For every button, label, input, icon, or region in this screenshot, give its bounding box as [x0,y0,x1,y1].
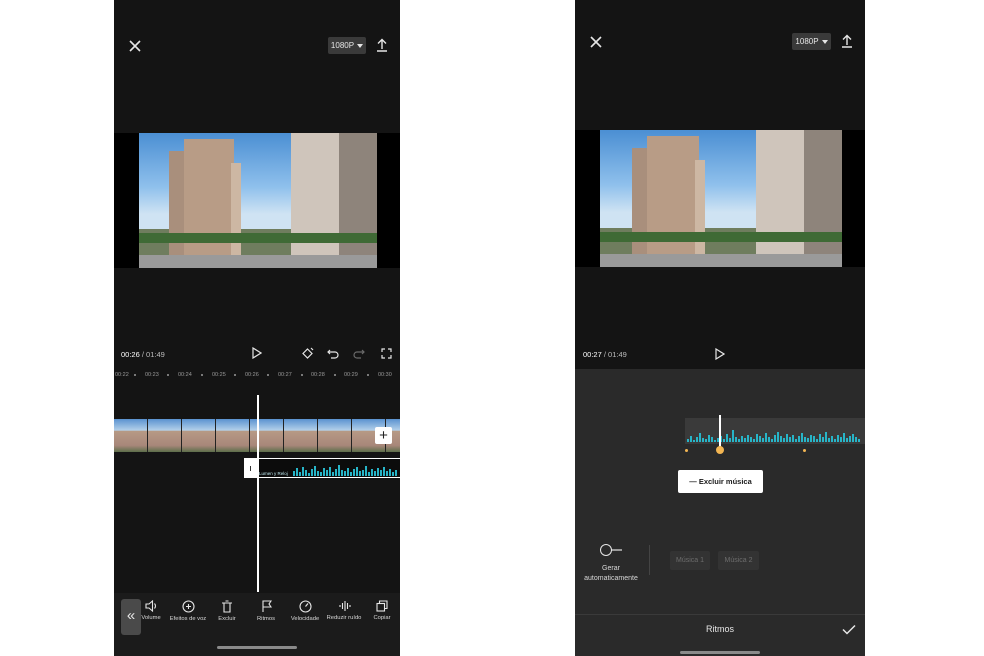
keyframe-icon[interactable] [300,346,314,360]
current-time: 00:27 [583,350,602,359]
home-indicator [217,646,297,649]
ruler-tick: 00:25 [212,372,226,378]
tool-delete[interactable]: Excluir [208,600,246,622]
tool-label: Volume [141,615,161,621]
chevron-down-icon [821,39,828,44]
ruler-tick: 00:28 [311,372,325,378]
total-time: / 01:49 [601,350,627,359]
ruler-tick: 00:23 [145,372,159,378]
ruler-dot [201,374,203,376]
auto-generate-toggle[interactable] [600,544,622,556]
panel-title: Ritmos [705,624,734,634]
music-1-option[interactable]: Música 1 [670,551,710,570]
voice-effects-icon [181,600,195,613]
speed-icon [298,600,312,613]
video-preview[interactable] [575,130,865,267]
tool-voice-effects[interactable]: Efeitos de voz [169,600,207,622]
beats-panel: — Excluir música Gerar automaticamente M… [575,369,865,656]
divider [649,545,650,575]
left-screen: 1080P 00:26 / 01:49 00:22 00:23 00:24 00… [114,0,400,656]
video-thumbnail [250,419,284,452]
tool-copy[interactable]: Copiar [363,600,400,621]
close-icon[interactable] [126,37,144,55]
trash-icon [222,600,232,613]
right-screen: 1080P 00:27 / 01:49 — Excluir música Ger… [575,0,865,656]
current-time: 00:26 [121,350,140,359]
trim-handle[interactable] [245,459,257,477]
resolution-label: 1080P [795,37,819,46]
tool-label: Efeitos de voz [169,616,207,622]
tool-volume[interactable]: Volume [132,600,170,621]
home-indicator [680,651,760,654]
ruler-tick: 00:30 [378,372,392,378]
audio-track[interactable]: Lumen y Reloj [244,458,400,478]
video-thumbnail [216,419,250,452]
chevron-down-icon [357,43,364,48]
auto-generate-label: Gerar automaticamente [578,564,644,584]
add-clip-button[interactable]: + [375,427,392,444]
audio-waveform [687,426,860,442]
video-preview[interactable] [114,133,400,268]
video-frame-image [600,130,842,267]
video-thumbnail [182,419,216,452]
ruler-dot [367,374,369,376]
resolution-dropdown[interactable]: 1080P [792,33,831,50]
volume-icon [144,600,156,612]
auto-generate-label-line2: automaticamente [584,575,638,582]
ruler-tick: 00:22 [115,372,129,378]
ruler-tick: 00:24 [178,372,192,378]
redo-icon[interactable] [352,346,366,360]
divider [575,614,865,615]
tool-speed[interactable]: Velocidade [286,600,324,622]
video-thumbnail [284,419,318,452]
music-2-option[interactable]: Música 2 [718,551,759,570]
ruler-dot [301,374,303,376]
play-icon[interactable] [713,347,727,361]
ruler-dot [167,374,169,376]
tool-noise-reduction[interactable]: Reduzir ruído [325,600,363,621]
flag-icon [261,600,272,612]
undo-icon[interactable] [326,346,340,360]
tool-beats[interactable]: Ritmos [247,600,285,622]
beat-marker[interactable] [685,449,688,452]
confirm-check-icon[interactable] [841,622,857,636]
beat-marker[interactable] [803,449,806,452]
delete-music-button[interactable]: — Excluir música [678,470,763,493]
playback-time: 00:27 / 01:49 [583,350,627,359]
video-thumbnail [114,419,148,452]
playback-time: 00:26 / 01:49 [121,350,165,359]
ruler-dot [267,374,269,376]
ruler-tick: 00:29 [344,372,358,378]
ruler-dot [134,374,136,376]
resolution-dropdown[interactable]: 1080P [328,37,366,54]
play-icon[interactable] [250,346,264,360]
export-icon[interactable] [374,36,390,54]
ruler-dot [234,374,236,376]
audio-waveform [293,463,397,476]
auto-generate-label-line1: Gerar [602,565,620,572]
playhead[interactable] [257,395,259,592]
tool-label: Ritmos [256,616,276,622]
export-icon[interactable] [839,32,855,50]
audio-clip-label: Lumen y Reloj [259,471,288,476]
tool-label: Reduzir ruído [326,615,362,621]
tool-label: Copiar [373,615,391,621]
ruler-dot [334,374,336,376]
video-thumbnail [318,419,352,452]
total-time: / 01:49 [139,350,165,359]
video-frame-image [139,133,377,268]
beat-marker-selected[interactable] [716,446,724,454]
music-waveform-track[interactable] [685,418,865,444]
tool-label: Excluir [218,616,236,622]
close-icon[interactable] [587,33,605,51]
noise-reduction-icon [338,601,351,611]
copy-icon [376,600,388,612]
resolution-label: 1080P [330,41,355,50]
fullscreen-icon[interactable] [379,346,393,360]
ruler-tick: 00:27 [278,372,292,378]
video-thumbnail [148,419,182,452]
ruler-tick: 00:26 [245,372,259,378]
tool-label: Velocidade [290,616,320,622]
